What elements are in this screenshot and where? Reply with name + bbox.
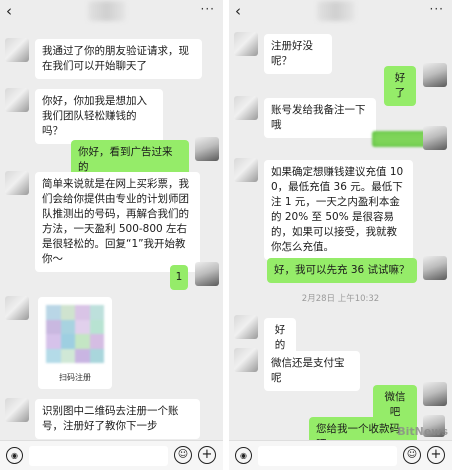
input-bar: ◉ ☺ + (0, 440, 223, 470)
message-outgoing: 好，我可以先充 36 试试嘛？ (267, 258, 417, 283)
contact-avatar[interactable] (234, 348, 258, 372)
plus-icon[interactable]: + (198, 446, 216, 464)
input-bar: ◉ ☺ + (229, 440, 452, 470)
message-incoming: 如果确定想赚钱建议充值 100，最低充值 36 元。最低下注 1 元，一天之内盈… (264, 160, 413, 260)
chat-screen-left: ‹ ··· 我通过了你的朋友验证请求，现在我们可以开始聊天了 你好，你加我是想加… (0, 0, 223, 470)
contact-avatar[interactable] (234, 32, 258, 56)
my-avatar[interactable] (423, 256, 447, 280)
contact-avatar[interactable] (5, 171, 29, 195)
qr-code-image[interactable]: 扫码注册 (38, 297, 112, 389)
more-options-icon[interactable]: ··· (201, 2, 215, 16)
my-avatar[interactable] (423, 382, 447, 406)
message-incoming: 账号发给我备注一下哦 (264, 98, 376, 138)
my-avatar[interactable] (195, 137, 219, 161)
message-input[interactable] (29, 446, 168, 466)
back-arrow-icon[interactable]: ‹ (6, 3, 12, 19)
message-outgoing: 1 (170, 265, 188, 290)
emoji-icon[interactable]: ☺ (403, 446, 421, 464)
message-incoming: 识别图中二维码去注册一个账号，注册好了教你下一步 (35, 399, 200, 439)
contact-avatar[interactable] (234, 315, 258, 339)
voice-input-icon[interactable]: ◉ (6, 447, 23, 464)
message-incoming: 微信还是支付宝呢 (264, 351, 360, 391)
plus-icon[interactable]: + (427, 446, 445, 464)
my-avatar[interactable] (423, 63, 447, 87)
contact-avatar[interactable] (234, 158, 258, 182)
contact-name-blurred (88, 1, 126, 21)
message-outgoing: 好了 (384, 66, 416, 106)
qr-code-label: 扫码注册 (59, 373, 91, 382)
message-incoming: 注册好没呢？ (264, 34, 332, 74)
more-options-icon[interactable]: ··· (430, 2, 444, 16)
message-incoming: 我通过了你的朋友验证请求，现在我们可以开始聊天了 (35, 39, 202, 79)
message-incoming: 简单来说就是在网上买彩票，我们会给你提供由专业的计划师团队推测出的号码，再解合我… (35, 172, 200, 272)
emoji-icon[interactable]: ☺ (174, 446, 192, 464)
qr-code-blurred (46, 305, 104, 363)
voice-input-icon[interactable]: ◉ (235, 447, 252, 464)
contact-avatar[interactable] (5, 38, 29, 62)
my-avatar[interactable] (195, 262, 219, 286)
contact-avatar[interactable] (5, 88, 29, 112)
watermark-logo: BitNews (397, 425, 448, 438)
contact-avatar[interactable] (5, 296, 29, 320)
message-timestamp: 2月28日 上午10:32 (301, 294, 380, 304)
contact-name-blurred (317, 1, 355, 21)
chat-screen-right: ‹ ··· 注册好没呢？ 好了 账号发给我备注一下哦 如果确定想赚钱建议充值 1… (229, 0, 452, 470)
chat-header: ‹ ··· (0, 0, 223, 24)
chat-header: ‹ ··· (229, 0, 452, 24)
contact-avatar[interactable] (234, 96, 258, 120)
back-arrow-icon[interactable]: ‹ (235, 3, 241, 19)
message-incoming: 你好，你加我是想加入我们团队轻松赚钱的吗？ (35, 89, 163, 144)
contact-avatar[interactable] (5, 398, 29, 422)
message-input[interactable] (258, 446, 397, 466)
my-avatar[interactable] (423, 126, 447, 150)
